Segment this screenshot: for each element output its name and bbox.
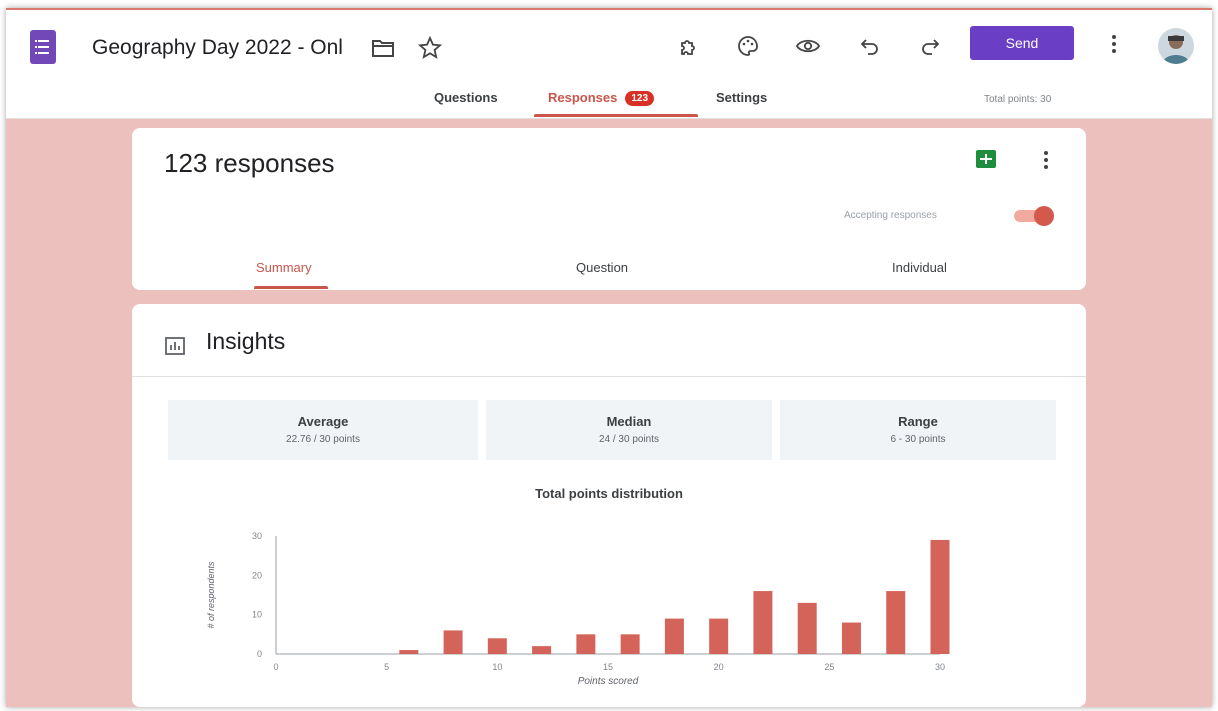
x-tick-label: 25 (824, 662, 834, 672)
tab-settings[interactable]: Settings (716, 90, 767, 105)
response-count: 123 responses (164, 148, 335, 178)
star-icon[interactable] (418, 36, 442, 60)
tab-responses-label: Responses (548, 90, 618, 105)
total-points: Total points: 30 (984, 94, 1052, 105)
chart-bar (399, 650, 419, 654)
chart-bar (797, 602, 817, 654)
preview-eye-icon[interactable] (796, 34, 820, 58)
y-tick-label: 30 (252, 531, 262, 541)
avatar[interactable] (1158, 28, 1194, 64)
chart-bar (576, 634, 596, 654)
x-tick-label: 5 (384, 662, 389, 672)
x-axis-label: Points scored (578, 676, 639, 687)
responses-count-badge: 123 (625, 91, 655, 106)
x-tick-label: 20 (714, 662, 724, 672)
divider (132, 376, 1086, 377)
more-options-icon[interactable] (1106, 32, 1122, 56)
points-distribution-chart: 0 10 20 30 0 5 10 15 20 25 30 Points scored # of res… (206, 531, 950, 687)
chart-bar (532, 646, 552, 654)
tab-questions-label: Questions (434, 90, 498, 105)
chart-bar (753, 591, 773, 654)
chart-bar (664, 618, 684, 654)
sheets-icon[interactable] (976, 150, 996, 168)
toggle-knob (1034, 206, 1054, 226)
insights-chart-icon (165, 337, 185, 355)
chart-bar (886, 591, 906, 654)
chart-bar (487, 638, 507, 654)
folder-icon[interactable] (371, 38, 395, 58)
add-ons-icon[interactable] (678, 34, 702, 58)
y-axis-label: # of respondents (206, 561, 216, 629)
x-tick-label: 0 (273, 662, 278, 672)
y-tick-label: 20 (252, 570, 262, 580)
insights-title: Insights (206, 328, 286, 354)
tab-settings-label: Settings (716, 90, 768, 105)
app-window: Geography Day 2022 - Onl Send Questions … (6, 8, 1212, 707)
redo-icon[interactable] (918, 34, 942, 58)
responses-card: 123 responses Accepting responses Summar… (132, 128, 1086, 290)
x-tick-label: 15 (603, 662, 613, 672)
chart-bar (443, 630, 463, 654)
active-subtab-indicator (254, 286, 328, 289)
stat-range-value: 6 - 30 points (890, 434, 946, 445)
form-title[interactable]: Geography Day 2022 - Onl (92, 36, 343, 60)
subtab-summary[interactable]: Summary (256, 260, 312, 275)
tab-responses[interactable]: Responses 123 (548, 90, 655, 106)
y-tick-label: 0 (257, 649, 262, 659)
stat-average-label: Average (297, 414, 349, 429)
y-tick-label: 10 (252, 610, 262, 620)
stat-range: Range 6 - 30 points (780, 400, 1056, 460)
accepting-responses-toggle[interactable] (1010, 206, 1058, 226)
tab-questions[interactable]: Questions (434, 90, 498, 105)
subtab-individual[interactable]: Individual (892, 260, 947, 275)
send-button[interactable]: Send (970, 26, 1074, 60)
stat-average: Average 22.76 / 30 points (168, 400, 478, 460)
responses-more-icon[interactable] (1038, 148, 1054, 172)
chart-title: Total points distribution (535, 486, 683, 501)
chart-bar (620, 634, 640, 654)
x-tick-label: 10 (492, 662, 502, 672)
google-forms-icon[interactable] (30, 30, 56, 64)
stat-median-value: 24 / 30 points (598, 434, 660, 445)
form-tabs: Questions Responses 123 Settings Total po… (6, 84, 1212, 118)
undo-icon[interactable] (858, 34, 882, 58)
insights-card: Insights Average 22.76 / 30 points Media… (132, 304, 1086, 707)
accepting-responses-label: Accepting responses (844, 210, 937, 221)
stat-median-label: Median (606, 414, 652, 429)
app-bar: Geography Day 2022 - Onl Send Questions … (6, 10, 1212, 119)
subtab-question[interactable]: Question (576, 260, 628, 275)
stat-average-value: 22.76 / 30 points (286, 434, 360, 445)
palette-icon[interactable] (736, 34, 760, 58)
stat-range-label: Range (898, 414, 938, 429)
chart-bar (841, 622, 861, 654)
active-tab-indicator (534, 114, 698, 117)
x-tick-label: 30 (935, 662, 945, 672)
chart-bar (709, 618, 729, 654)
stat-median: Median 24 / 30 points (486, 400, 772, 460)
chart-bar (930, 539, 950, 654)
